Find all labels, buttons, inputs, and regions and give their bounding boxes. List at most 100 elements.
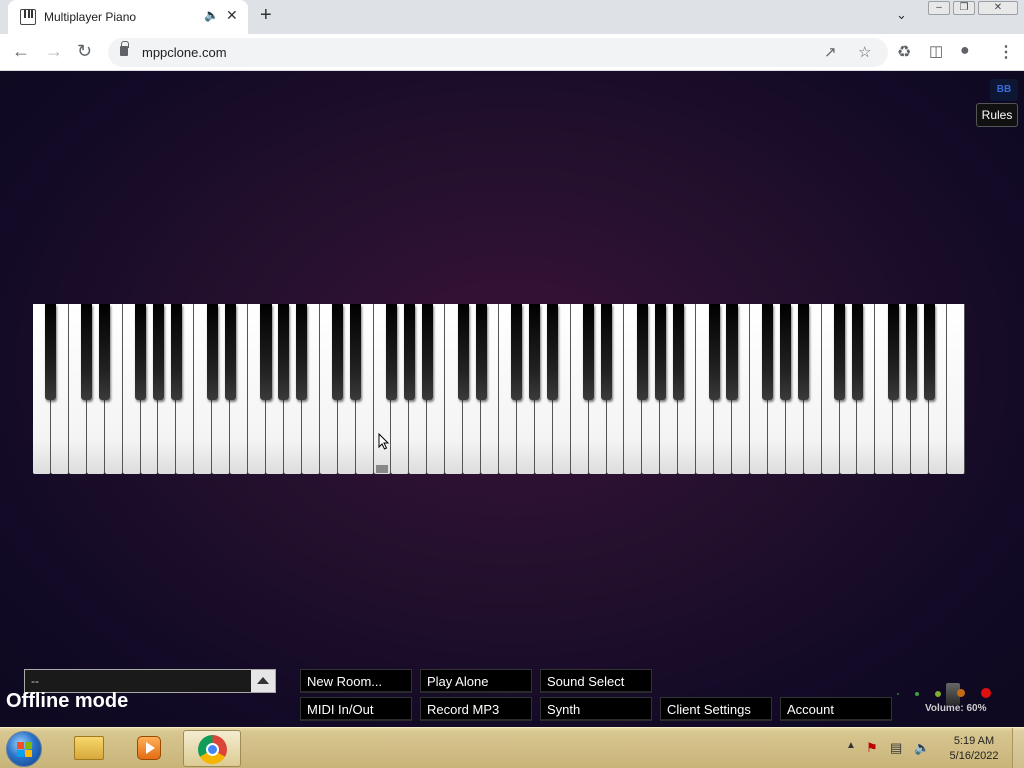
- new-room-button[interactable]: New Room...: [300, 669, 412, 693]
- side-panel-icon[interactable]: ◫: [929, 42, 943, 60]
- black-key[interactable]: [152, 304, 164, 400]
- black-key[interactable]: [833, 304, 846, 400]
- browser-tab-strip: Multiplayer Piano 🔈 ✕ + ⌄ – ❐ ✕: [0, 0, 1024, 34]
- windows-taskbar: ▲ ⚑ ▤ 🔈 5:19 AM 5/16/2022: [0, 727, 1024, 768]
- offline-status: Offline mode: [6, 690, 129, 712]
- clock-time: 5:19 AM: [953, 735, 995, 747]
- black-key[interactable]: [887, 304, 899, 400]
- tray-expand-icon[interactable]: ▲: [846, 740, 856, 751]
- reload-icon[interactable]: ↻: [77, 41, 92, 62]
- sound-select-button[interactable]: Sound Select: [540, 669, 652, 693]
- black-key[interactable]: [332, 304, 344, 400]
- lock-icon[interactable]: [120, 41, 129, 56]
- address-bar[interactable]: mppclone.com ↗ ☆: [108, 38, 888, 67]
- black-key[interactable]: [421, 304, 433, 400]
- profile-icon[interactable]: ●: [960, 42, 970, 60]
- room-select-value: --: [31, 674, 39, 688]
- black-key[interactable]: [654, 304, 666, 400]
- forward-icon[interactable]: →: [45, 41, 63, 62]
- windows-start-icon[interactable]: [6, 731, 42, 767]
- black-key[interactable]: [600, 304, 613, 400]
- black-key[interactable]: [134, 304, 147, 400]
- close-window-icon[interactable]: ✕: [978, 1, 1018, 15]
- extensions-icon[interactable]: ♻: [897, 42, 911, 62]
- record-mp3-button[interactable]: Record MP3: [420, 697, 532, 721]
- black-key[interactable]: [851, 304, 863, 400]
- black-key[interactable]: [762, 304, 774, 400]
- black-key[interactable]: [385, 304, 397, 400]
- url-text[interactable]: mppclone.com: [142, 45, 227, 60]
- black-key[interactable]: [206, 304, 218, 400]
- client-settings-button[interactable]: Client Settings: [660, 697, 772, 721]
- key-highlight: [376, 465, 388, 473]
- file-explorer-taskbar-button[interactable]: [60, 730, 118, 767]
- account-button[interactable]: Account: [780, 697, 892, 721]
- chrome-icon: [198, 735, 227, 764]
- black-key[interactable]: [457, 304, 469, 400]
- piano-page: BB Rules -- Offline mode New Room... Pla…: [0, 71, 1024, 727]
- black-key[interactable]: [547, 304, 559, 400]
- browser-tab[interactable]: Multiplayer Piano 🔈 ✕: [8, 0, 248, 34]
- new-tab-icon[interactable]: +: [260, 4, 272, 27]
- black-key[interactable]: [278, 304, 290, 400]
- dropdown-arrow-icon[interactable]: [251, 670, 275, 692]
- black-key[interactable]: [672, 304, 684, 400]
- black-key[interactable]: [45, 304, 57, 400]
- share-icon[interactable]: ↗: [824, 43, 837, 61]
- volume-dot: [897, 693, 899, 695]
- white-key[interactable]: [947, 304, 965, 474]
- black-key[interactable]: [296, 304, 308, 400]
- mouse-cursor-icon: [378, 433, 390, 450]
- minimize-window-icon[interactable]: –: [928, 1, 950, 15]
- synth-button[interactable]: Synth: [540, 697, 652, 721]
- volume-label: Volume: 60%: [925, 703, 987, 714]
- piano-favicon-icon: [20, 9, 36, 25]
- rules-button[interactable]: Rules: [976, 103, 1018, 127]
- black-key[interactable]: [475, 304, 487, 400]
- black-key[interactable]: [726, 304, 738, 400]
- black-key[interactable]: [798, 304, 810, 400]
- volume-dot: [915, 692, 919, 696]
- close-tab-icon[interactable]: ✕: [226, 7, 238, 24]
- browser-toolbar: ← → ↻ mppclone.com ↗ ☆ ♻ ◫ ● ⋮: [0, 34, 1024, 71]
- black-key[interactable]: [708, 304, 720, 400]
- black-key[interactable]: [780, 304, 792, 400]
- black-key[interactable]: [170, 304, 182, 400]
- black-key[interactable]: [511, 304, 523, 400]
- show-desktop-button[interactable]: [1012, 728, 1024, 768]
- tab-title: Multiplayer Piano: [44, 10, 137, 24]
- speaker-icon[interactable]: 🔈: [914, 740, 930, 756]
- media-player-icon: [137, 736, 161, 760]
- back-icon[interactable]: ←: [12, 41, 30, 62]
- badge-icon[interactable]: BB: [990, 79, 1018, 101]
- black-key[interactable]: [529, 304, 541, 400]
- black-key[interactable]: [99, 304, 111, 400]
- clock-date: 5/16/2022: [949, 750, 999, 762]
- volume-dot: [935, 691, 941, 697]
- network-icon[interactable]: ▤: [890, 740, 902, 756]
- midi-button[interactable]: MIDI In/Out: [300, 697, 412, 721]
- black-key[interactable]: [905, 304, 917, 400]
- piano-keyboard[interactable]: [33, 304, 965, 474]
- black-key[interactable]: [403, 304, 415, 400]
- folder-icon: [74, 736, 104, 760]
- play-alone-button[interactable]: Play Alone: [420, 669, 532, 693]
- restore-window-icon[interactable]: ❐: [953, 1, 975, 15]
- black-key[interactable]: [260, 304, 272, 400]
- taskbar-clock[interactable]: 5:19 AM 5/16/2022: [940, 734, 1008, 764]
- black-key[interactable]: [636, 304, 648, 400]
- volume-dot: [981, 688, 991, 698]
- audio-icon[interactable]: 🔈: [204, 8, 219, 22]
- action-center-icon[interactable]: ⚑: [866, 740, 878, 756]
- tab-search-chevron-icon[interactable]: ⌄: [896, 7, 907, 23]
- black-key[interactable]: [583, 304, 595, 400]
- star-icon[interactable]: ☆: [858, 43, 871, 61]
- black-key[interactable]: [224, 304, 236, 400]
- black-key[interactable]: [923, 304, 935, 400]
- black-key[interactable]: [81, 304, 93, 400]
- menu-icon[interactable]: ⋮: [998, 42, 1014, 62]
- volume-dot: [957, 689, 965, 697]
- chrome-taskbar-button[interactable]: [183, 730, 241, 767]
- black-key[interactable]: [350, 304, 362, 400]
- media-player-taskbar-button[interactable]: [120, 730, 178, 767]
